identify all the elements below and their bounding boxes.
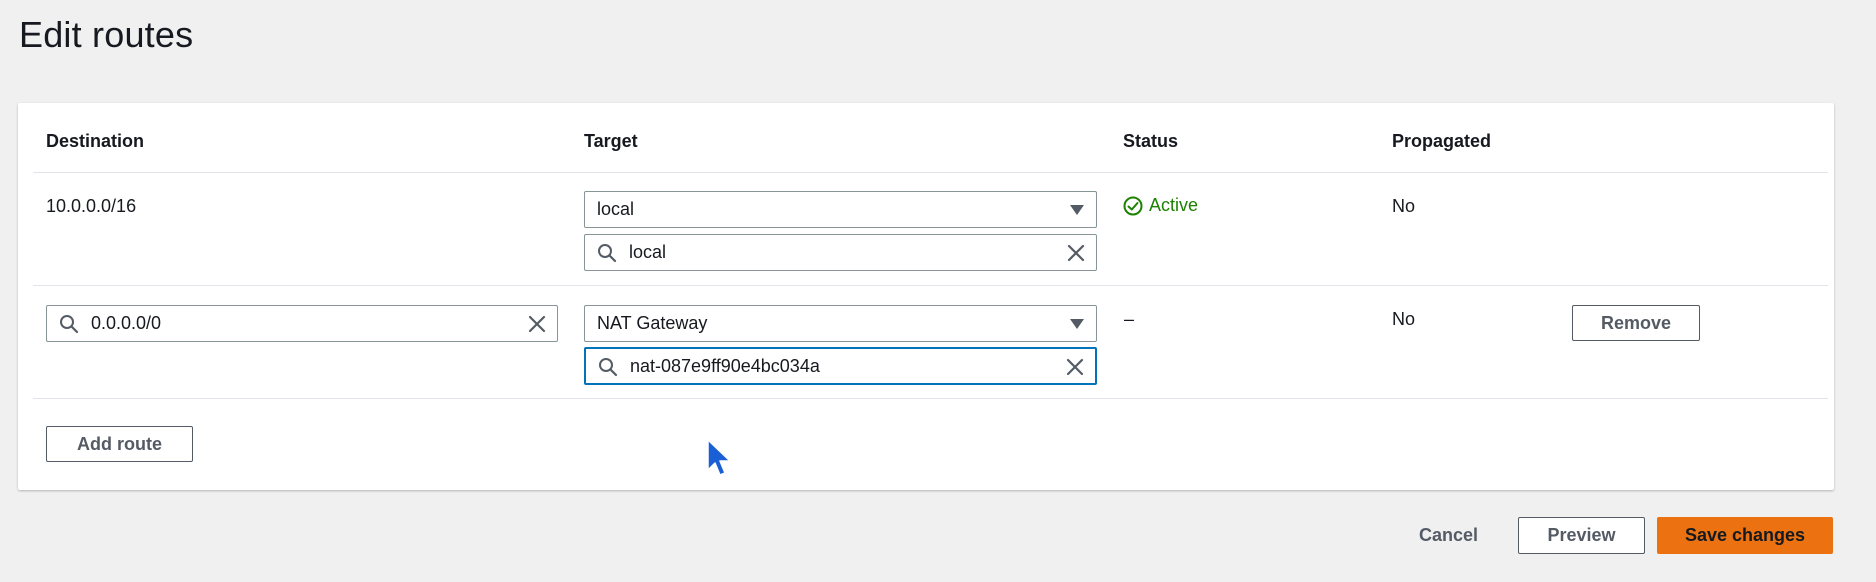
clear-icon[interactable] bbox=[1066, 243, 1086, 263]
search-icon bbox=[60, 315, 79, 334]
row-2-target-search[interactable] bbox=[584, 347, 1097, 385]
column-header-target: Target bbox=[584, 131, 638, 151]
row-2-status: – bbox=[1124, 309, 1135, 329]
row-1-destination: 10.0.0.0/16 bbox=[46, 196, 137, 216]
caret-down-icon bbox=[1070, 319, 1084, 329]
add-route-button[interactable]: Add route bbox=[46, 426, 193, 462]
header-divider bbox=[33, 172, 1828, 173]
row-1-target-search[interactable] bbox=[584, 234, 1097, 271]
row-1-target-search-input[interactable] bbox=[629, 235, 1050, 270]
row-1-propagated: No bbox=[1392, 196, 1416, 216]
search-icon bbox=[599, 358, 618, 377]
column-header-propagated: Propagated bbox=[1392, 131, 1492, 151]
mouse-cursor-icon bbox=[707, 439, 731, 476]
routes-panel bbox=[18, 103, 1834, 490]
clear-icon[interactable] bbox=[1065, 357, 1085, 377]
search-icon bbox=[598, 244, 617, 263]
page-title: Edit routes bbox=[19, 14, 194, 55]
remove-route-button[interactable]: Remove bbox=[1572, 305, 1700, 341]
row-2-destination-search[interactable] bbox=[46, 305, 558, 342]
save-changes-button[interactable]: Save changes bbox=[1657, 517, 1833, 554]
preview-button[interactable]: Preview bbox=[1518, 517, 1645, 554]
row-divider bbox=[33, 285, 1828, 286]
column-header-status: Status bbox=[1123, 131, 1179, 151]
row-2-target-type-value: NAT Gateway bbox=[597, 313, 708, 333]
row-1-status: Active bbox=[1123, 195, 1198, 216]
caret-down-icon bbox=[1070, 205, 1084, 215]
row-2-target-search-input[interactable] bbox=[630, 349, 1049, 383]
row-2-target-type-select[interactable]: NAT Gateway bbox=[584, 305, 1097, 342]
row-1-status-text: Active bbox=[1149, 195, 1199, 215]
row-2-propagated: No bbox=[1392, 309, 1416, 329]
check-circle-icon bbox=[1123, 196, 1143, 215]
clear-icon[interactable] bbox=[527, 314, 547, 334]
cancel-button[interactable]: Cancel bbox=[1419, 525, 1478, 546]
row-1-target-type-select[interactable]: local bbox=[584, 191, 1097, 228]
row-1-target-type-value: local bbox=[597, 199, 635, 219]
row-divider bbox=[33, 398, 1828, 399]
column-header-destination: Destination bbox=[46, 131, 145, 151]
row-2-destination-input[interactable] bbox=[91, 306, 511, 341]
